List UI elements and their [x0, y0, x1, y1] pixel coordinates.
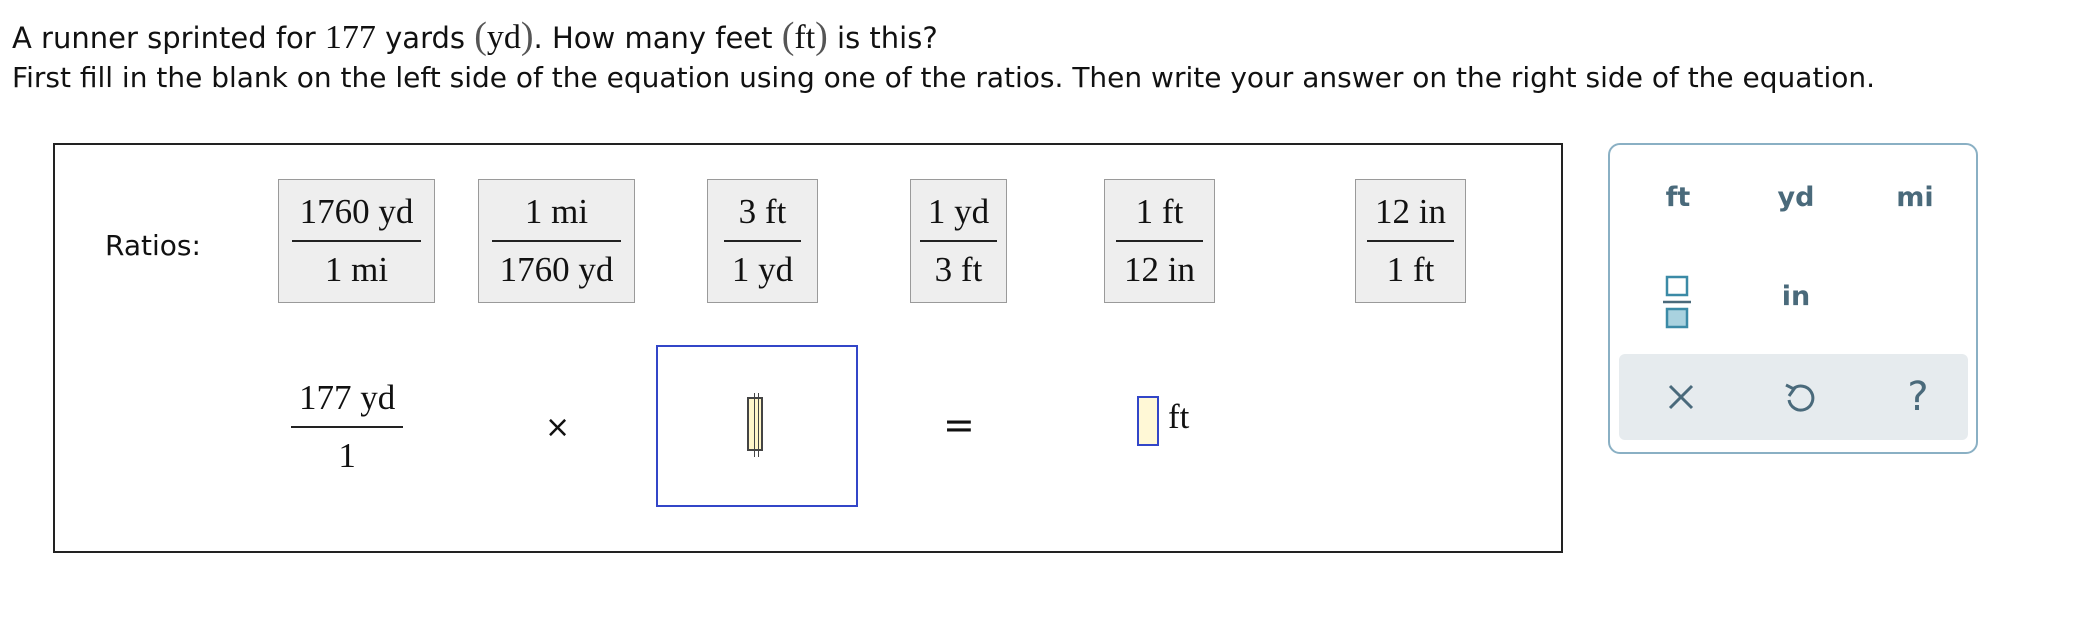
ratio-fraction: 3 ft 1 yd [723, 191, 802, 291]
ratio-fraction: 12 in 1 ft [1367, 191, 1454, 291]
ratio-button-in-per-ft[interactable]: 12 in 1 ft [1355, 179, 1466, 303]
clear-icon[interactable] [1657, 373, 1705, 421]
ratio-denominator: 1760 yd [499, 250, 614, 289]
given-numerator: 177 yd [299, 378, 396, 417]
ratio-numerator: 1 mi [524, 192, 589, 231]
ratio-denominator: 3 ft [934, 250, 983, 289]
ft-abbr: ft [794, 19, 816, 56]
given-fraction: 177 yd 1 [291, 377, 404, 477]
question-part: A runner sprinted for [12, 21, 325, 55]
ratio-button-mi-per-yd[interactable]: 1 mi 1760 yd [478, 179, 635, 303]
ratios-label: Ratios: [105, 229, 201, 262]
ratio-denominator: 1 mi [324, 250, 389, 289]
text-cursor [747, 393, 763, 457]
answer-unit: ft [1168, 397, 1190, 436]
ratio-numerator: 1760 yd [299, 192, 414, 231]
paren-open: ( [781, 15, 795, 57]
ratio-denominator: 12 in [1124, 250, 1195, 289]
ratio-numerator: 1 ft [1135, 192, 1184, 231]
unit-palette: ft yd mi in ? [1608, 143, 1978, 454]
palette-ft-button[interactable]: ft [1648, 182, 1708, 213]
palette-yd-button[interactable]: yd [1766, 182, 1826, 213]
ratio-numerator: 1 yd [927, 192, 990, 231]
multiply-sign: × [545, 410, 571, 445]
ratio-denominator: 1 yd [731, 250, 794, 289]
instructions: First fill in the blank on the left side… [12, 61, 1875, 94]
ratio-numerator: 12 in [1375, 192, 1446, 231]
question-part: is this? [827, 21, 938, 55]
question-text: A runner sprinted for 177 yards (yd). Ho… [12, 16, 938, 58]
yards-value: 177 [324, 19, 376, 56]
fraction-icon[interactable] [1660, 274, 1694, 330]
answer-input[interactable] [1137, 396, 1159, 446]
undo-icon[interactable] [1775, 373, 1823, 421]
ratio-button-ft-per-in[interactable]: 1 ft 12 in [1104, 179, 1215, 303]
work-area: Ratios: 1760 yd 1 mi 1 mi 1760 yd 3 ft 1… [53, 143, 1563, 553]
ratio-denominator: 1 ft [1386, 250, 1435, 289]
equals-sign: = [943, 403, 975, 447]
question-part: yards [375, 21, 475, 55]
ratio-fraction: 1 mi 1760 yd [491, 191, 622, 291]
ratio-drop-box[interactable] [656, 345, 858, 507]
ratio-numerator: 3 ft [738, 192, 787, 231]
paren-open: ( [474, 15, 487, 57]
ratio-button-yd-per-ft[interactable]: 1 yd 3 ft [910, 179, 1007, 303]
palette-in-button[interactable]: in [1766, 281, 1826, 312]
paren-close: ) [520, 15, 534, 57]
ratio-fraction: 1 yd 3 ft [919, 191, 998, 291]
question-part: . How many feet [533, 21, 782, 55]
ratio-button-yd-per-mi[interactable]: 1760 yd 1 mi [278, 179, 435, 303]
yd-abbr: yd [486, 19, 521, 56]
palette-action-bar: ? [1619, 354, 1968, 440]
ratio-fraction: 1 ft 12 in [1116, 191, 1203, 291]
paren-close: ) [815, 15, 828, 57]
given-denominator: 1 [338, 436, 356, 475]
ratio-fraction: 1760 yd 1 mi [291, 191, 422, 291]
help-icon[interactable]: ? [1894, 373, 1942, 421]
ratio-button-ft-per-yd[interactable]: 3 ft 1 yd [707, 179, 818, 303]
palette-mi-button[interactable]: mi [1885, 182, 1945, 213]
